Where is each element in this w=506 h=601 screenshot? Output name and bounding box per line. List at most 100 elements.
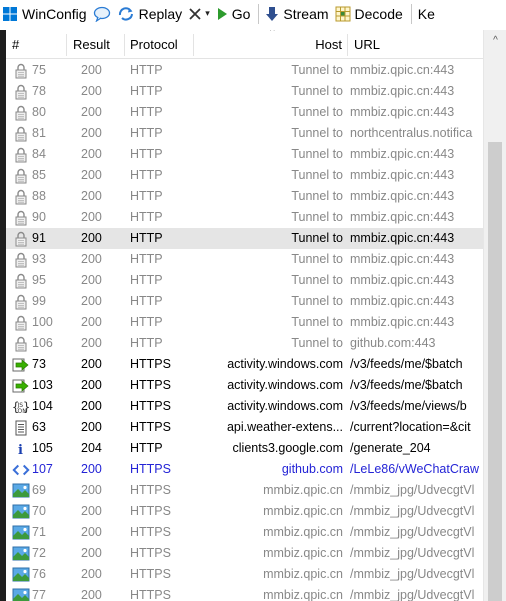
session-num: 100 [32,315,53,329]
vertical-scrollbar[interactable]: ^ [483,30,506,601]
lock-icon [12,270,30,291]
session-result: 200 [81,420,102,434]
session-row[interactable]: 107 200 HTTPS github.com/LeLe86/vWeChatCraw [6,459,483,480]
session-result: 200 [81,546,102,560]
session-protocol: HTTP [130,84,163,98]
session-num: 104 [32,399,53,413]
winconfig-label: WinConfig [22,5,87,22]
session-num: 73 [32,357,46,371]
session-host: activity.windows.com [227,399,343,413]
session-url: northcentralus.notifica [350,126,473,140]
session-row[interactable]: 73 200 HTTPS activity.windows.com/v3/feeds/… [6,354,483,375]
session-url: /generate_204 [350,441,431,455]
column-header-url[interactable]: URL [354,30,380,59]
session-result: 200 [81,462,102,476]
session-row[interactable]: 99 200 HTTP Tunnel to mmbiz.qpic.cn:443 [6,291,483,312]
keep-label: Ke [417,5,435,22]
session-row[interactable]: {} JS ON 104 200 HTTPS activity.windows.com/v3… [6,396,483,417]
remove-button[interactable]: ▾ [186,0,214,27]
lock-icon [12,291,30,312]
scrollbar-thumb[interactable] [488,142,502,601]
session-row[interactable]: 78 200 HTTP Tunnel to mmbiz.qpic.cn:443 [6,81,483,102]
session-num: 85 [32,168,46,182]
session-row[interactable]: 77 200 HTTPS mmbiz.qpic.cn/mmbiz_jpg/Udvecg… [6,585,483,601]
winconfig-button[interactable]: WinConfig [0,0,91,27]
session-row[interactable]: 76 200 HTTPS mmbiz.qpic.cn/mmbiz_jpg/Udvecg… [6,564,483,585]
session-row[interactable]: 95 200 HTTP Tunnel to mmbiz.qpic.cn:443 [6,270,483,291]
session-num: 90 [32,210,46,224]
lock-icon [12,186,30,207]
session-row[interactable]: 69 200 HTTPS mmbiz.qpic.cn/mmbiz_jpg/Udvecg… [6,480,483,501]
keep-button[interactable]: Ke [416,0,439,27]
session-row[interactable]: 84 200 HTTP Tunnel to mmbiz.qpic.cn:443 [6,144,483,165]
session-row[interactable]: 90 200 HTTP Tunnel to mmbiz.qpic.cn:443 [6,207,483,228]
session-num: 70 [32,504,46,518]
column-header-host[interactable]: Host [194,30,342,59]
session-result: 200 [81,504,102,518]
session-protocol: HTTP [130,168,163,182]
session-num: 80 [32,105,46,119]
replay-arrows-icon [118,6,133,21]
replay-button[interactable]: Replay [115,0,187,27]
session-num: 72 [32,546,46,560]
column-header-result[interactable]: Result [73,30,110,59]
session-row[interactable]: 71 200 HTTPS mmbiz.qpic.cn/mmbiz_jpg/Udvecg… [6,522,483,543]
column-divider[interactable] [347,34,348,56]
session-url: mmbiz.qpic.cn:443 [350,189,455,203]
comment-button[interactable] [91,0,115,27]
scroll-up-icon[interactable]: ^ [484,30,506,50]
session-protocol: HTTP [130,231,163,245]
session-row[interactable]: 103 200 HTTPS activity.windows.com/v3/feeds… [6,375,483,396]
session-url: mmbiz.qpic.cn:443 [350,210,455,224]
decode-button[interactable]: Decode [333,0,407,27]
session-url: /mmbiz_jpg/UdvecgtVl [350,483,475,497]
session-host: Tunnel to [291,252,343,266]
lock-icon [12,102,30,123]
session-row[interactable]: 88 200 HTTP Tunnel to mmbiz.qpic.cn:443 [6,186,483,207]
green-arrow-icon [12,354,30,375]
column-divider[interactable] [124,34,125,56]
session-protocol: HTTPS [130,546,171,560]
session-row[interactable]: i 105 204 HTTP clients3.google.com/generate_… [6,438,483,459]
session-host: clients3.google.com [232,441,343,455]
session-host: mmbiz.qpic.cn [263,504,343,518]
session-row[interactable]: 100 200 HTTP Tunnel to mmbiz.qpic.cn:443 [6,312,483,333]
chevron-down-icon[interactable]: ▾ [205,8,210,19]
session-url: github.com:443 [350,336,436,350]
session-protocol: HTTPS [130,357,171,371]
image-icon [12,480,30,501]
session-row[interactable]: 81 200 HTTP Tunnel to northcentralus.notific… [6,123,483,144]
session-row[interactable]: 75 200 HTTP Tunnel to mmbiz.qpic.cn:443 [6,60,483,81]
session-row[interactable]: 91 200 HTTP Tunnel to mmbiz.qpic.cn:443 [6,228,483,249]
decode-grid-icon [335,6,351,21]
session-protocol: HTTPS [130,525,171,539]
session-protocol: HTTP [130,441,163,455]
column-header-num[interactable]: # [12,30,19,59]
session-host: mmbiz.qpic.cn [263,588,343,601]
session-row[interactable]: 72 200 HTTPS mmbiz.qpic.cn/mmbiz_jpg/Udvecg… [6,543,483,564]
session-protocol: HTTPS [130,504,171,518]
session-protocol: HTTPS [130,483,171,497]
go-button[interactable]: Go [214,0,255,27]
session-url: mmbiz.qpic.cn:443 [350,273,455,287]
column-header-protocol[interactable]: Protocol [130,30,178,59]
column-divider[interactable] [66,34,67,56]
session-host: Tunnel to [291,231,343,245]
session-row[interactable]: 106 200 HTTP Tunnel to github.com:443 [6,333,483,354]
go-play-icon [217,7,227,20]
session-url: /mmbiz_jpg/UdvecgtVl [350,504,475,518]
session-row[interactable]: 63 200 HTTPS api.weather-extens... /current?… [6,417,483,438]
session-row[interactable]: 80 200 HTTP Tunnel to mmbiz.qpic.cn:443 [6,102,483,123]
session-result: 200 [81,84,102,98]
session-row[interactable]: 70 200 HTTPS mmbiz.qpic.cn/mmbiz_jpg/Udvecg… [6,501,483,522]
session-row[interactable]: 93 200 HTTP Tunnel to mmbiz.qpic.cn:443 [6,249,483,270]
session-protocol: HTTP [130,336,163,350]
column-header-row: # Result Protocol ^ Host URL [6,30,489,59]
session-num: 95 [32,273,46,287]
stream-button[interactable]: Stream [263,0,332,27]
session-result: 200 [81,210,102,224]
session-row[interactable]: 85 200 HTTP Tunnel to mmbiz.qpic.cn:443 [6,165,483,186]
session-num: 71 [32,525,46,539]
replay-label: Replay [138,5,183,22]
session-num: 75 [32,63,46,77]
